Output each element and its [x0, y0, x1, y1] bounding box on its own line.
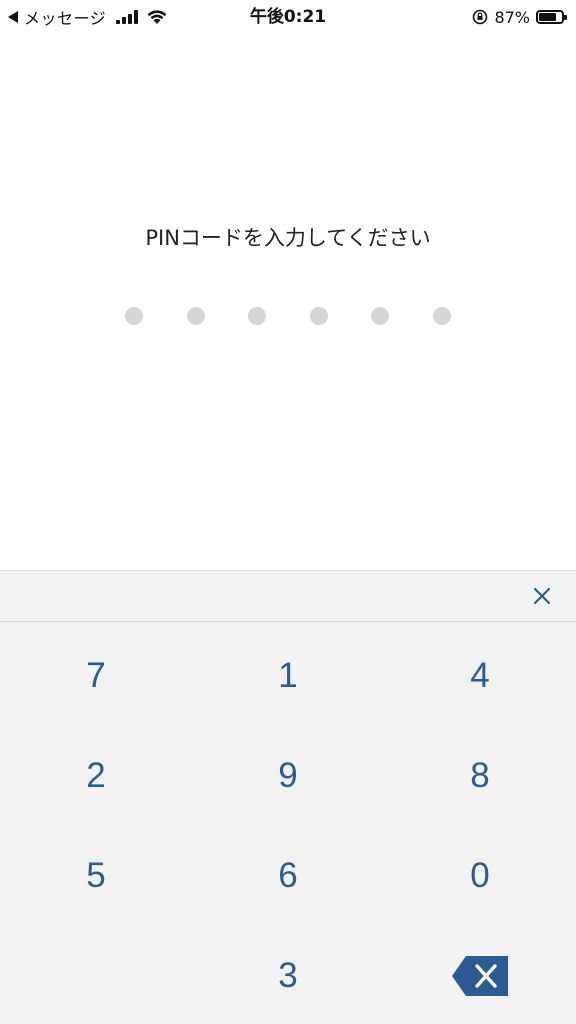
backspace-button[interactable]	[384, 926, 576, 1024]
backspace-icon	[452, 956, 508, 996]
key-5[interactable]: 5	[0, 826, 192, 926]
keypad-keys: 714 298 5603	[0, 626, 576, 1024]
pin-dot	[309, 307, 328, 325]
key-4[interactable]: 4	[384, 626, 576, 726]
key-3[interactable]: 3	[192, 926, 384, 1024]
keypad-toolbar	[0, 571, 576, 622]
key-7[interactable]: 7	[0, 626, 192, 726]
pin-entry-screen: メッセージ 午後0:21 87% PINコードを入力してください 7 1 4 2…	[0, 0, 576, 1024]
battery-percent: 87%	[494, 7, 530, 27]
key-1[interactable]: 1	[192, 626, 384, 726]
status-bar: メッセージ 午後0:21 87%	[0, 0, 576, 34]
close-keypad-button[interactable]	[528, 582, 556, 610]
pin-indicator	[125, 307, 451, 325]
key-6[interactable]: 6	[192, 826, 384, 926]
orientation-lock-icon	[473, 9, 488, 25]
battery-fill	[539, 13, 557, 21]
close-icon	[533, 587, 551, 605]
pin-dot	[186, 307, 205, 325]
key-0[interactable]: 0	[384, 826, 576, 926]
pin-dot	[371, 307, 389, 325]
pin-dot	[432, 307, 451, 325]
numeric-keypad: 714 298 5603	[0, 570, 576, 1024]
key-9[interactable]: 9	[192, 726, 384, 826]
key-2[interactable]: 2	[0, 726, 192, 826]
key-8[interactable]: 8	[384, 726, 576, 826]
pin-dot	[125, 307, 143, 325]
pin-prompt: PINコードを入力してください	[145, 226, 431, 250]
key-empty	[0, 926, 192, 1024]
pin-dot	[248, 307, 266, 325]
battery-icon	[536, 10, 567, 24]
